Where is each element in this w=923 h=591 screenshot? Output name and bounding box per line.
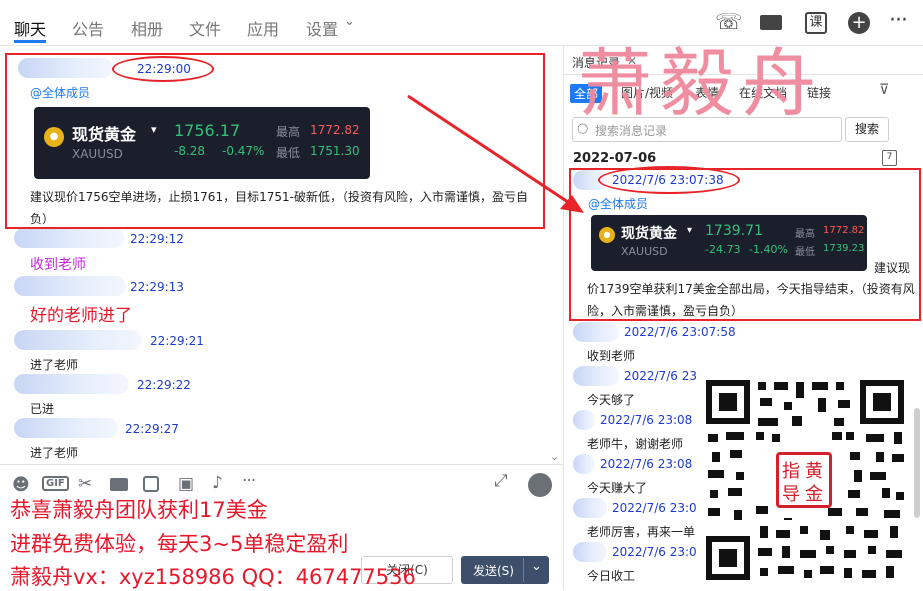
svg-text:导: 导 bbox=[782, 484, 800, 505]
qr-code: 指 黄 导 金 bbox=[700, 374, 910, 586]
svg-text:指: 指 bbox=[782, 461, 800, 482]
seal-stamp-glyphs: 指 黄 导 金 bbox=[782, 461, 823, 505]
svg-text:金: 金 bbox=[805, 484, 823, 505]
seal-stamp-image: 指 黄 导 金 bbox=[776, 452, 832, 508]
svg-text:黄: 黄 bbox=[805, 461, 823, 482]
watermark-text: 萧毅舟 bbox=[578, 41, 824, 127]
